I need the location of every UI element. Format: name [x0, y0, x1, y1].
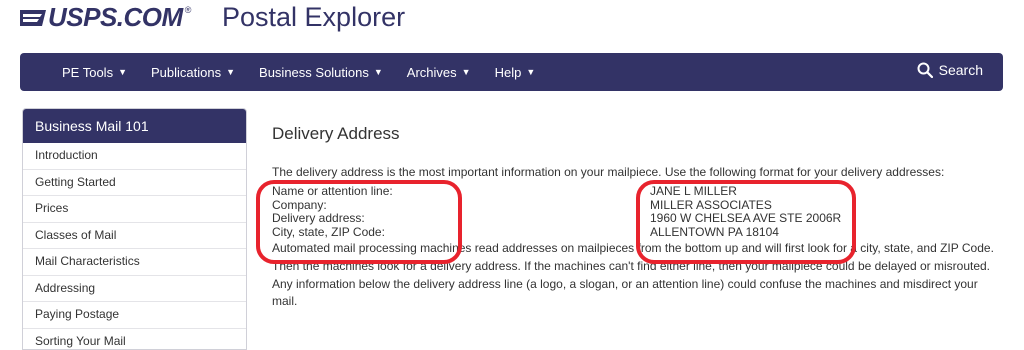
nav-item-archives[interactable]: Archives ▼ — [407, 65, 471, 80]
nav-item-publications[interactable]: Publications ▼ — [151, 65, 235, 80]
site-header: USPS.COM ® Postal Explorer — [20, 0, 1020, 40]
sidebar-item-classes-of-mail[interactable]: Classes of Mail — [23, 222, 246, 249]
sidebar-item-prices[interactable]: Prices — [23, 195, 246, 222]
address-row: City, state, ZIP Code: ALLENTOWN PA 1810… — [272, 226, 1002, 240]
address-value: MILLER ASSOCIATES — [650, 199, 1002, 213]
address-label: Name or attention line: — [272, 185, 650, 199]
nav-item-label: PE Tools — [62, 65, 113, 80]
address-row: Delivery address: 1960 W CHELSEA AVE STE… — [272, 212, 1002, 226]
registered-mark: ® — [185, 5, 192, 15]
caret-down-icon: ▼ — [526, 67, 535, 77]
caret-down-icon: ▼ — [118, 67, 127, 77]
search-label: Search — [939, 62, 983, 78]
logo-text: USPS.COM — [48, 2, 183, 33]
eagle-icon — [20, 7, 46, 29]
address-format-table: Name or attention line: JANE L MILLER Co… — [272, 185, 1002, 239]
usps-logo[interactable]: USPS.COM ® — [20, 2, 191, 33]
address-label: City, state, ZIP Code: — [272, 226, 650, 240]
site-title[interactable]: Postal Explorer — [222, 2, 405, 33]
search-icon — [917, 62, 933, 78]
address-label: Company: — [272, 199, 650, 213]
sidebar-item-paying-postage[interactable]: Paying Postage — [23, 301, 246, 328]
nav-item-business-solutions[interactable]: Business Solutions ▼ — [259, 65, 383, 80]
nav-item-pe-tools[interactable]: PE Tools ▼ — [62, 65, 127, 80]
caret-down-icon: ▼ — [374, 67, 383, 77]
body-paragraph: Automated mail processing machines read … — [272, 240, 1002, 311]
nav-item-label: Help — [495, 65, 522, 80]
nav-item-label: Business Solutions — [259, 65, 369, 80]
sidebar: Business Mail 101 Introduction Getting S… — [22, 108, 247, 350]
nav-item-label: Archives — [407, 65, 457, 80]
nav-item-help[interactable]: Help ▼ — [495, 65, 536, 80]
sidebar-title[interactable]: Business Mail 101 — [23, 109, 246, 143]
address-row: Name or attention line: JANE L MILLER — [272, 185, 1002, 199]
sidebar-item-introduction[interactable]: Introduction — [23, 143, 246, 169]
sidebar-item-mail-characteristics[interactable]: Mail Characteristics — [23, 248, 246, 275]
search-button[interactable]: Search — [917, 62, 983, 78]
caret-down-icon: ▼ — [462, 67, 471, 77]
address-label: Delivery address: — [272, 212, 650, 226]
address-row: Company: MILLER ASSOCIATES — [272, 199, 1002, 213]
address-value: 1960 W CHELSEA AVE STE 2006R — [650, 212, 1002, 226]
caret-down-icon: ▼ — [226, 67, 235, 77]
sidebar-list: Introduction Getting Started Prices Clas… — [23, 143, 246, 350]
page-title: Delivery Address — [272, 124, 1002, 148]
address-value: JANE L MILLER — [650, 185, 1002, 199]
main-nav: PE Tools ▼ Publications ▼ Business Solut… — [20, 53, 1003, 91]
sidebar-item-addressing[interactable]: Addressing — [23, 275, 246, 302]
main-content: Delivery Address The delivery address is… — [272, 124, 1002, 311]
sidebar-item-getting-started[interactable]: Getting Started — [23, 169, 246, 196]
intro-text: The delivery address is the most importa… — [272, 165, 1002, 179]
nav-item-label: Publications — [151, 65, 221, 80]
address-value: ALLENTOWN PA 18104 — [650, 226, 1002, 240]
